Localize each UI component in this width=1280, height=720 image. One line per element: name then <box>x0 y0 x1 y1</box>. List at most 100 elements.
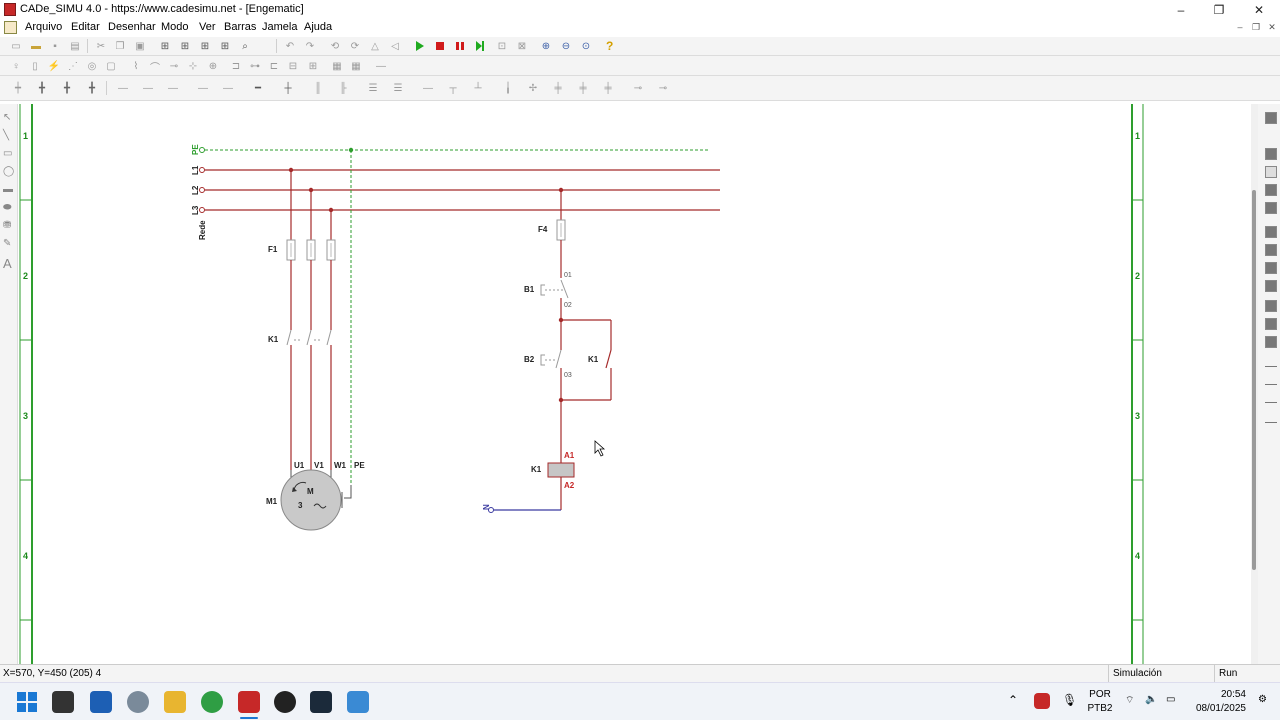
bus-terminal-pe <box>199 147 205 153</box>
start-contact-03: 03 <box>564 372 572 379</box>
row-number-right-4: 4 <box>1135 551 1140 561</box>
mcafee-icon[interactable] <box>1034 693 1050 709</box>
motor-symbol <box>280 469 342 531</box>
panel-tool-icon[interactable] <box>1265 336 1277 348</box>
supply-network[interactable]: PE L1 L2 L3 Rede <box>191 144 720 240</box>
bus-terminal-l3 <box>199 207 205 213</box>
clock-date[interactable]: 08/01/2025 <box>1190 703 1246 714</box>
fuse-f4-label: F4 <box>538 225 548 234</box>
motor-m1-label: M1 <box>266 497 278 506</box>
motor-terminal-w1: W1 <box>334 461 347 470</box>
panel-tool-icon[interactable] <box>1265 226 1277 238</box>
chrome-icon[interactable] <box>201 691 223 713</box>
motor-ground-lead <box>344 485 352 499</box>
photos-icon[interactable] <box>347 691 369 713</box>
panel-tool-icon[interactable] <box>1265 318 1277 330</box>
panel-tool-icon[interactable] <box>1265 184 1277 196</box>
coil-terminal-a2: A2 <box>564 481 575 490</box>
mdi-close-button[interactable]: ✕ <box>1265 22 1279 34</box>
motor-terminal-pe: PE <box>354 461 365 470</box>
network-label: Rede <box>198 220 207 240</box>
media-player-icon[interactable] <box>274 691 296 713</box>
chevron-up-icon[interactable]: ⌃ <box>1008 693 1018 707</box>
row-number-left-2: 2 <box>23 271 28 281</box>
stop-button-b1-label: B1 <box>524 285 535 294</box>
battery-icon[interactable]: ▭ <box>1166 694 1175 705</box>
panel-tool-icon[interactable] <box>1265 366 1277 367</box>
bus-label-l1: L1 <box>191 165 200 175</box>
task-view-icon[interactable] <box>52 691 74 713</box>
right-tools-panel <box>1258 104 1280 664</box>
taskbar: ⌃ 🎙 POR PTB2 ⌔ 🔈 ▭ 20:54 08/01/2025 ⚙ <box>0 682 1280 720</box>
row-number-left-4: 4 <box>23 551 28 561</box>
clock-time[interactable]: 20:54 <box>1190 689 1246 700</box>
cadesimu-icon[interactable] <box>238 691 260 713</box>
keyboard-layout[interactable]: PTB2 <box>1086 703 1114 714</box>
bus-terminal-l2 <box>199 187 205 193</box>
file-explorer-icon[interactable] <box>164 691 186 713</box>
status-bar: X=570, Y=450 (205) 4 Simulación Run <box>0 664 1280 683</box>
store-icon[interactable] <box>90 691 112 713</box>
microphone-icon[interactable]: 🎙 <box>1062 693 1077 707</box>
panel-tool-icon[interactable] <box>1265 262 1277 274</box>
coil-terminal-a1: A1 <box>564 451 575 460</box>
contactor-k1-label: K1 <box>268 335 279 344</box>
status-mode: Simulación <box>1108 665 1214 683</box>
start-button-head <box>540 354 545 366</box>
coil-k1-symbol <box>547 462 575 478</box>
panel-tool-icon[interactable] <box>1265 244 1277 256</box>
motor-symbol-m: M <box>307 487 314 496</box>
stop-button-head <box>540 284 545 296</box>
stop-contact-02: 02 <box>564 302 572 309</box>
motor-terminal-u1: U1 <box>294 461 305 470</box>
coil-k1-label: K1 <box>531 465 542 474</box>
motor-terminal-v1: V1 <box>314 461 324 470</box>
bus-terminal-l1 <box>199 167 205 173</box>
mouse-cursor-icon <box>594 440 606 457</box>
active-app-indicator <box>240 717 258 719</box>
row-number-left-3: 3 <box>23 411 28 421</box>
wifi-icon[interactable]: ⌔ <box>1125 694 1134 707</box>
language-code[interactable]: POR <box>1088 689 1112 700</box>
bus-label-l2: L2 <box>191 185 200 195</box>
panel-tool-icon[interactable] <box>1265 384 1277 385</box>
panel-tool-icon[interactable] <box>1265 148 1277 160</box>
panel-tool-icon[interactable] <box>1265 280 1277 292</box>
notifications-icon[interactable]: ⚙ <box>1258 694 1267 705</box>
panel-tool-icon[interactable] <box>1265 202 1277 214</box>
bus-label-l3: L3 <box>191 205 200 215</box>
seal-contact-blade <box>605 349 612 369</box>
start-menu-icon[interactable] <box>16 691 38 713</box>
row-number-right-2: 2 <box>1135 271 1140 281</box>
start-contact-blade <box>555 349 562 369</box>
contactor-contact <box>326 329 332 346</box>
row-number-right-1: 1 <box>1135 131 1140 141</box>
stop-contact-blade <box>560 279 569 299</box>
panel-tool-icon[interactable] <box>1265 166 1277 178</box>
terminal-icon[interactable] <box>310 691 332 713</box>
cursor-coordinates: X=570, Y=450 (205) 4 <box>3 668 102 679</box>
fuse-f1-label: F1 <box>268 245 278 254</box>
motor-symbol-3: 3 <box>298 501 303 510</box>
row-number-left-1: 1 <box>23 131 28 141</box>
panel-tool-icon[interactable] <box>1265 402 1277 403</box>
control-circuit[interactable]: F4 B1 01 02 B2 03 K1 A1 A2 K1 N <box>482 187 612 513</box>
stop-contact-01: 01 <box>564 272 572 279</box>
panel-tool-icon[interactable] <box>1265 300 1277 312</box>
contactor-contact <box>306 329 312 346</box>
power-circuit[interactable]: F1 K1 U1 V1 W1 PE M1 M 3 <box>266 147 365 531</box>
bus-label-pe: PE <box>191 144 200 155</box>
panel-tool-icon[interactable] <box>1265 422 1277 423</box>
start-button-b2-label: B2 <box>524 355 535 364</box>
volume-icon[interactable]: 🔈 <box>1145 694 1157 705</box>
settings-gear-icon[interactable] <box>127 691 149 713</box>
neutral-label: N <box>482 504 491 510</box>
panel-tool-icon[interactable] <box>1265 112 1277 124</box>
status-run: Run <box>1214 665 1280 683</box>
seal-contact-k1-label: K1 <box>588 355 599 364</box>
drawing-canvas[interactable]: 1 2 3 4 1 2 3 4 PE L1 L2 L3 Rede F1 K1 U… <box>0 0 1250 664</box>
windows-logo-icon <box>17 692 37 712</box>
scrollbar-thumb[interactable] <box>1252 190 1256 570</box>
row-number-right-3: 3 <box>1135 411 1140 421</box>
mdi-restore-button[interactable]: ❐ <box>1249 22 1263 34</box>
